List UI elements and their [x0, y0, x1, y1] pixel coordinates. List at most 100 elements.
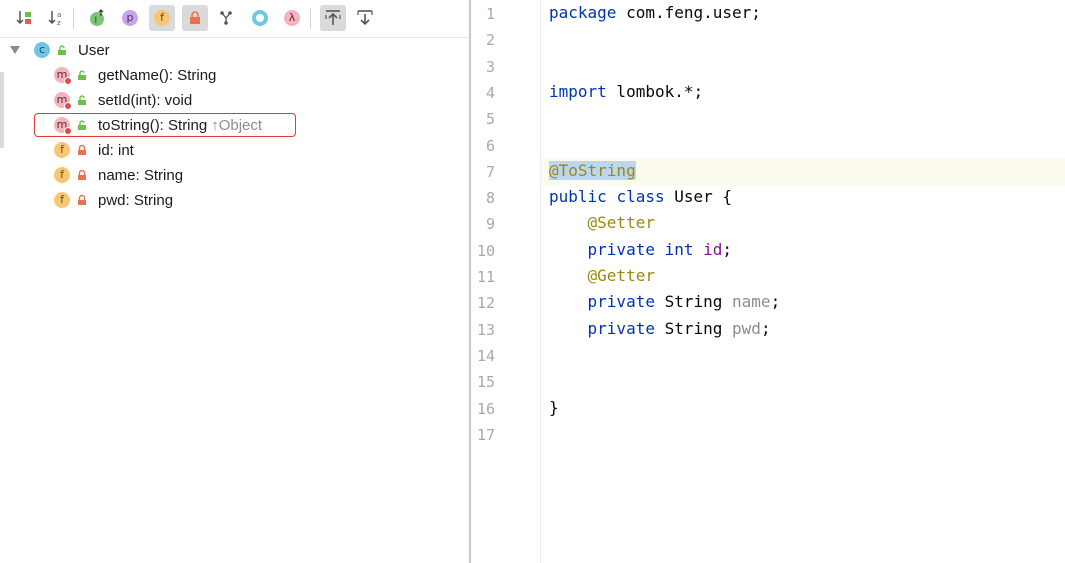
identifier-token: id [703, 239, 723, 259]
field-node[interactable]: f id: int [54, 138, 134, 162]
line-number: 16 [476, 399, 495, 418]
field-node[interactable]: f pwd: String [54, 188, 173, 212]
field-icon: f [54, 192, 70, 208]
code-token: ; [770, 292, 781, 312]
line-number: 17 [476, 425, 495, 444]
method-icon: m [54, 67, 72, 85]
line-number: 6 [485, 136, 495, 155]
public-visibility-icon [78, 95, 86, 105]
line-number: 12 [476, 294, 495, 313]
annotation-token: @Getter [587, 266, 655, 285]
show-inherited-button[interactable]: I [84, 5, 110, 31]
show-fields-icon: f [154, 10, 170, 26]
expand-arrow-icon[interactable] [10, 46, 20, 54]
keyword-token: private [587, 292, 655, 312]
override-marker-icon [64, 77, 72, 85]
highlight-box [34, 113, 296, 137]
show-lombok-button[interactable] [213, 5, 239, 31]
line-number-gutter: 1 2 3 4 5 6 7 8 9 10 11 12 13 14 15 16 17 [471, 0, 541, 563]
keyword-token: private [587, 239, 655, 259]
toolbar-separator [73, 8, 74, 29]
identifier-token: name [732, 292, 771, 312]
code-line[interactable]: private String pwd; [549, 319, 771, 338]
annotation-token: @Setter [587, 213, 655, 233]
code-editor[interactable]: 1 2 3 4 5 6 7 8 9 10 11 12 13 14 15 16 17 package com.fe… [471, 0, 1065, 563]
line-number: 15 [476, 373, 495, 392]
sort-by-visibility-button[interactable] [11, 5, 37, 31]
member-label: getName(): String [98, 66, 217, 84]
code-token: String [654, 292, 733, 312]
code-line[interactable]: private String name; [549, 292, 781, 312]
show-properties-button[interactable]: p [117, 5, 143, 31]
code-line[interactable]: import lombok.*; [549, 82, 703, 101]
public-visibility-icon [58, 45, 66, 55]
member-label: name: String [98, 166, 184, 184]
tree-root-row[interactable]: c User [0, 38, 110, 62]
svg-text:a: a [57, 11, 61, 19]
code-line[interactable]: @Setter [549, 213, 655, 232]
autoscroll-from-source-icon [356, 9, 374, 27]
toolbar-separator [310, 8, 311, 29]
method-node[interactable]: m getName(): String [54, 63, 216, 87]
code-line[interactable]: @Getter [549, 266, 655, 285]
code-token: lombok.*; [606, 81, 704, 101]
show-lombok-icon [218, 10, 234, 26]
private-visibility-icon [78, 169, 86, 180]
code-token: String [654, 318, 733, 338]
sort-by-visibility-icon [15, 9, 33, 27]
left-edge-scroll-marker [0, 72, 4, 148]
field-node[interactable]: f name: String [54, 163, 183, 187]
class-icon: c [34, 42, 50, 58]
method-node[interactable]: m setId(int): void [54, 88, 192, 112]
code-line[interactable]: public class User { [549, 187, 732, 206]
show-anonymous-classes-button[interactable] [247, 5, 273, 31]
sort-alphabetically-button[interactable]: az [43, 5, 69, 31]
private-visibility-icon [78, 144, 86, 155]
override-marker-icon [64, 102, 72, 110]
class-label: User [78, 41, 110, 59]
code-line[interactable]: package com.feng.user; [549, 3, 761, 22]
line-number: 8 [485, 189, 495, 208]
member-label: setId(int): void [98, 91, 193, 109]
show-non-public-icon [188, 11, 202, 25]
identifier-token: pwd [732, 318, 761, 338]
code-token: User { [664, 187, 733, 207]
keyword-token: package [549, 3, 617, 22]
code-line[interactable]: @ToString [549, 160, 636, 180]
keyword-token: private [587, 318, 655, 338]
field-icon: f [54, 142, 70, 158]
show-non-public-button[interactable] [182, 5, 208, 31]
line-number: 3 [485, 57, 495, 76]
keyword-token: class [616, 187, 665, 207]
public-visibility-icon [78, 70, 86, 80]
show-fields-button[interactable]: f [149, 5, 175, 31]
autoscroll-from-source-button[interactable] [352, 5, 378, 31]
private-visibility-icon [78, 194, 86, 205]
line-number: 7 [485, 162, 495, 181]
show-lambdas-button[interactable]: λ [279, 5, 305, 31]
line-number: 13 [476, 320, 495, 339]
keyword-token: public [549, 187, 607, 207]
autoscroll-to-source-button[interactable] [320, 5, 346, 31]
line-number: 14 [476, 346, 495, 365]
show-properties-icon: p [122, 10, 138, 26]
show-lambdas-icon: λ [284, 10, 300, 26]
show-anonymous-classes-icon [251, 9, 269, 27]
svg-text:I: I [95, 16, 98, 26]
code-line[interactable]: private int id; [549, 239, 733, 259]
line-number: 2 [485, 31, 495, 50]
line-number: 4 [485, 83, 495, 102]
code-line[interactable]: } [549, 398, 559, 417]
method-icon: m [54, 92, 72, 110]
keyword-token: int [664, 239, 694, 259]
show-inherited-icon: I [88, 9, 106, 27]
sort-alphabetically-icon: az [47, 9, 65, 27]
line-number: 1 [485, 5, 495, 23]
